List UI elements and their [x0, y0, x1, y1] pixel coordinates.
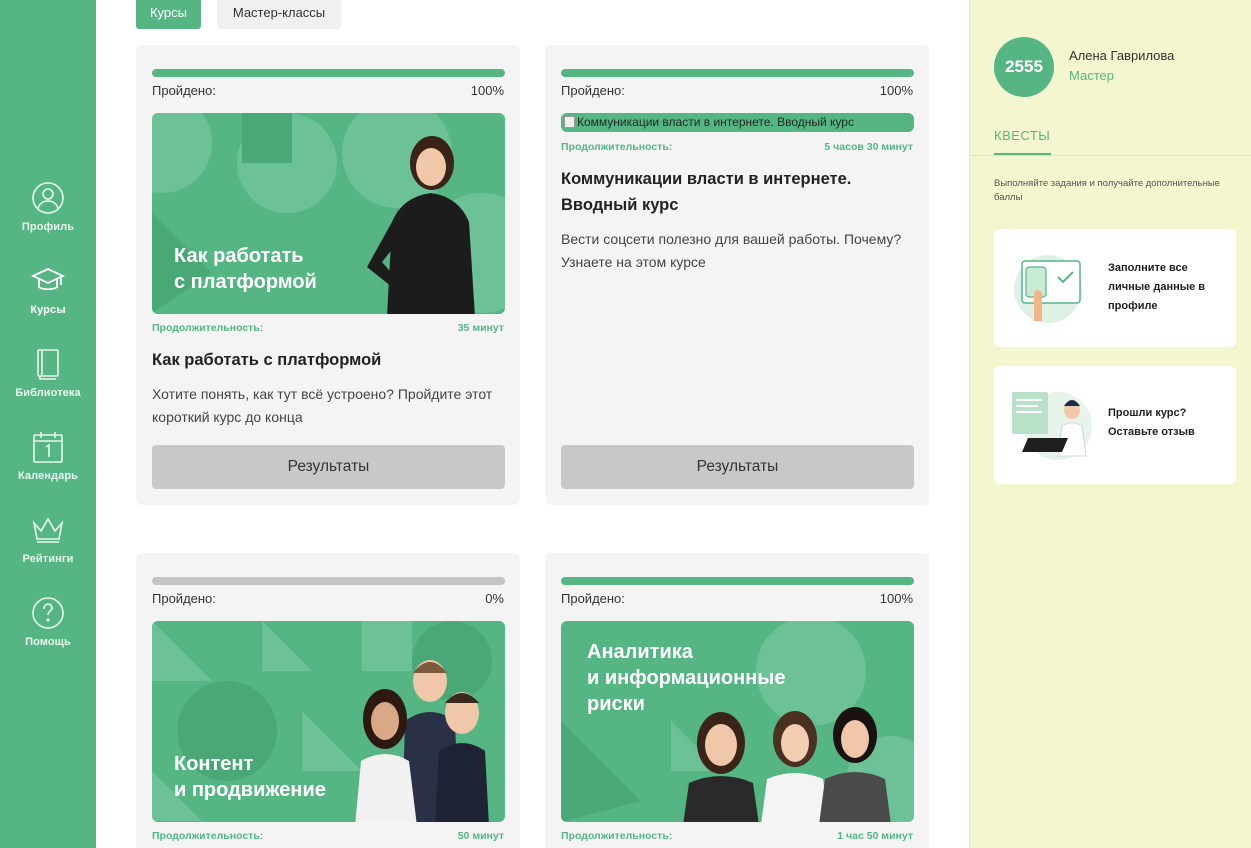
tab-courses[interactable]: Курсы [136, 0, 201, 29]
people-photo [355, 660, 489, 822]
sidebar-item-help[interactable]: Помощь [0, 596, 96, 648]
people-photo [683, 707, 891, 822]
duration-value: 50 минут [457, 830, 504, 842]
course-card: Пройдено: 100% Коммуникации власти в инт… [545, 45, 929, 505]
tab-quests[interactable]: КВЕСТЫ [994, 128, 1051, 155]
duration-label: Продолжительность: [561, 141, 673, 153]
duration-value: 1 час 50 минут [837, 830, 913, 842]
passed-value: 100% [879, 591, 913, 606]
passed-value: 0% [485, 591, 504, 606]
tab-master-classes[interactable]: Мастер-классы [217, 0, 341, 29]
quest-card[interactable]: Заполните все личные данные в профиле [994, 229, 1236, 347]
score-badge: 2555 [994, 37, 1054, 97]
right-panel: 2555 Алена Гаврилова Мастер КВЕСТЫ Выпол… [969, 0, 1251, 848]
banner-title: Аналитика и информационные риски [587, 641, 786, 715]
course-card: Пройдено: 100% Аналитика и информационны… [545, 553, 929, 848]
course-title[interactable]: Как работать с платформой [152, 347, 505, 373]
passed-value: 100% [470, 83, 504, 98]
passed-label: Пройдено: [561, 83, 625, 98]
sidebar-item-label: Профиль [21, 221, 75, 233]
passed-value: 100% [879, 83, 913, 98]
calendar-icon [33, 432, 63, 463]
sidebar-item-calendar[interactable]: Календарь [0, 430, 96, 482]
course-description: Хотите понять, как тут всё устроено? Про… [152, 386, 493, 425]
sidebar-item-label: Курсы [30, 304, 66, 316]
results-button[interactable]: Результаты [152, 445, 505, 489]
question-circle-icon [32, 597, 64, 629]
broken-image-icon [564, 116, 575, 128]
progress-fill [152, 69, 505, 77]
progress-bar [152, 69, 505, 77]
course-card: Пройдено: 0% Контент и продвижение Продо… [136, 553, 520, 848]
graduation-cap-icon [31, 268, 65, 291]
course-banner[interactable]: Как работать с платформой [152, 113, 505, 314]
user-name[interactable]: Алена Гаврилова [1069, 48, 1174, 63]
passed-label: Пройдено: [152, 83, 216, 98]
image-alt-text: Коммуникации власти в интернете. Вводный… [577, 115, 854, 129]
duration-value: 5 часов 30 минут [824, 141, 913, 153]
laptop-person-illustration [1012, 392, 1092, 460]
passed-label: Пройдено: [152, 591, 216, 606]
course-banner[interactable]: Коммуникации власти в интернете. Вводный… [561, 113, 914, 132]
banner-title: Как работать с платформой [174, 245, 317, 293]
crown-icon [32, 517, 64, 543]
sidebar-item-label: Календарь [17, 470, 79, 482]
progress-fill [561, 577, 914, 585]
passed-label: Пройдено: [561, 591, 625, 606]
sidebar-item-ratings[interactable]: Рейтинги [0, 513, 96, 565]
sidebar-item-label: Библиотека [15, 387, 81, 399]
divider [970, 155, 1251, 156]
quest-text: Прошли курс? Оставьте отзыв [1108, 407, 1195, 438]
course-description: Вести соцсети полезно для вашей работы. … [561, 231, 902, 270]
user-rank: Мастер [1069, 68, 1114, 83]
sidebar-item-courses[interactable]: Курсы [0, 264, 96, 316]
duration-value: 35 минут [457, 322, 504, 334]
quests-hint: Выполняйте задания и получайте дополните… [994, 178, 1220, 203]
sidebar-item-library[interactable]: Библиотека [0, 347, 96, 399]
duration-label: Продолжительность: [152, 830, 264, 842]
duration-label: Продолжительность: [561, 830, 673, 842]
book-icon [37, 349, 59, 380]
sidebar-item-profile[interactable]: Профиль [0, 181, 96, 233]
user-circle-icon [32, 182, 64, 214]
quest-text: Заполните все личные данные в профиле [1108, 262, 1206, 312]
phone-checklist-illustration [1014, 255, 1082, 323]
duration-label: Продолжительность: [152, 322, 264, 334]
course-banner[interactable]: Аналитика и информационные риски [561, 621, 914, 822]
person-photo [367, 136, 475, 314]
progress-bar [152, 577, 505, 585]
sidebar-item-label: Рейтинги [22, 553, 74, 565]
course-title[interactable]: Коммуникации власти в интернете. Вводный… [561, 166, 914, 218]
results-button[interactable]: Результаты [561, 445, 914, 489]
main-content: Курсы Мастер-классы Пройдено: 100% Как р… [96, 0, 969, 848]
course-card: Пройдено: 100% Как работать с платформой… [136, 45, 520, 505]
progress-bar [561, 69, 914, 77]
progress-bar [561, 577, 914, 585]
course-banner[interactable]: Контент и продвижение [152, 621, 505, 822]
sidebar-item-label: Помощь [25, 636, 71, 648]
banner-title: Контент и продвижение [174, 753, 326, 801]
sidebar: Профиль Курсы Библиотека Календарь Рейти… [0, 0, 96, 848]
progress-fill [561, 69, 914, 77]
quest-card[interactable]: Прошли курс? Оставьте отзыв [994, 366, 1236, 484]
